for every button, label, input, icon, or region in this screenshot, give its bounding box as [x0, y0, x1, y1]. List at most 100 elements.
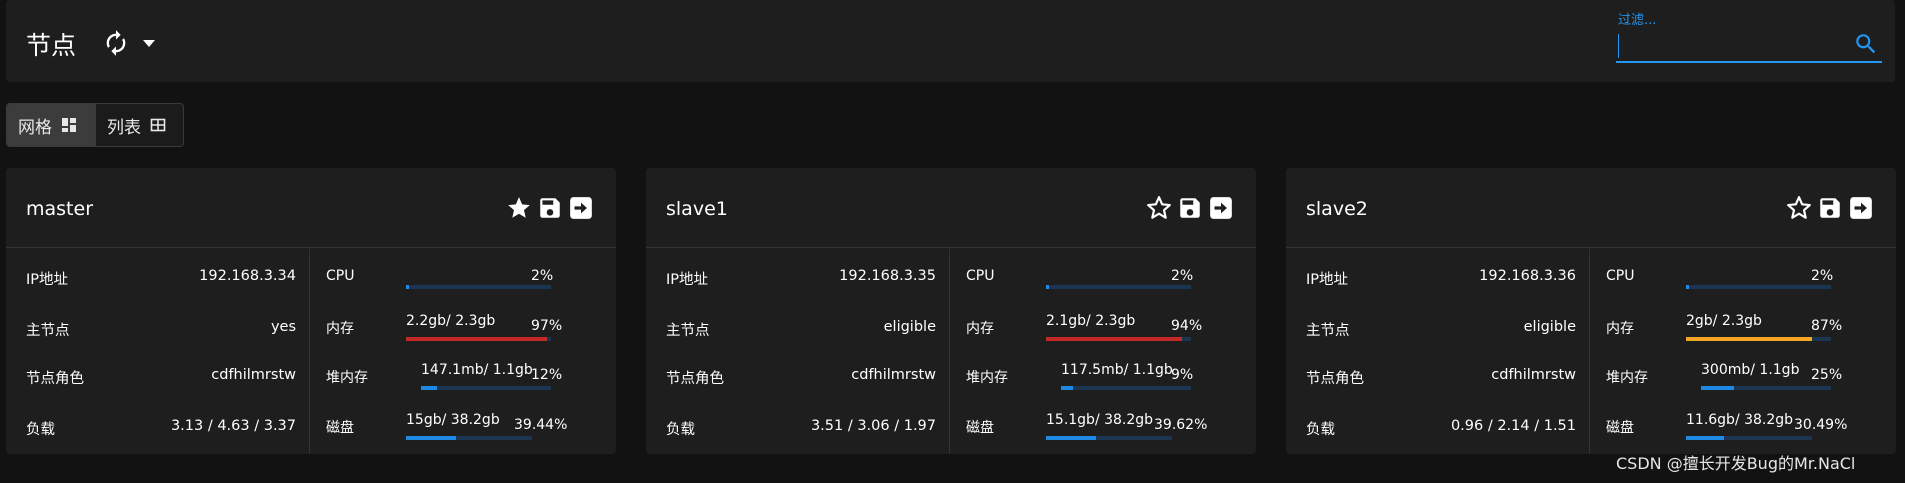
node-card: master IP地址 192.168.3.34 主节点 yes 节点角色 cdfhilmr… [6, 168, 616, 454]
progress-fill [1686, 337, 1812, 341]
grid-view-icon [62, 118, 76, 132]
progress-track [406, 436, 532, 440]
info-key: 负载 [26, 422, 55, 438]
node-metrics: CPU 2% 内存 2.2gb/ 2.3gb 97% 堆内存 147.1mb/ 1.1gb 1… [311, 249, 616, 454]
metric-label: 磁盘 [966, 420, 994, 436]
save-icon[interactable] [1177, 195, 1203, 221]
info-row-load: 负载 0.96 / 2.14 / 1.51 [1306, 418, 1576, 438]
open-node-icon[interactable] [1848, 195, 1874, 221]
view-toggle: 网格 列表 [6, 103, 184, 147]
metric-row-heap: 堆内存 117.5mb/ 1.1gb 9% [951, 362, 1256, 392]
metric-label: 内存 [966, 321, 994, 337]
node-card-header: master [6, 168, 616, 248]
star-filled-icon[interactable] [506, 195, 532, 221]
progress-fill [1046, 285, 1049, 289]
table-view-icon [150, 118, 166, 132]
metric-detail: 2gb/ 2.3gb [1686, 313, 1762, 329]
progress-track [1686, 337, 1831, 341]
progress-fill [1046, 337, 1182, 341]
caret-down-icon[interactable] [138, 29, 160, 57]
page-title: 节点 [26, 31, 77, 60]
progress-fill [1061, 386, 1073, 390]
progress-fill [1686, 436, 1724, 440]
list-view-button[interactable]: 列表 [95, 104, 177, 146]
info-value: 3.13 / 4.63 / 3.37 [170, 418, 296, 434]
filter-field[interactable]: 过滤... [1616, 6, 1882, 64]
search-icon[interactable] [1853, 31, 1879, 57]
node-actions [506, 195, 594, 221]
info-key: 负载 [666, 422, 695, 438]
save-icon[interactable] [537, 195, 563, 221]
progress-track [1701, 386, 1831, 390]
metric-row-cpu: CPU 2% [951, 263, 1256, 293]
info-value: 3.51 / 3.06 / 1.97 [810, 418, 936, 434]
save-icon[interactable] [1817, 195, 1843, 221]
star-outline-icon[interactable] [1786, 195, 1812, 221]
metric-label: 堆内存 [1606, 370, 1648, 386]
info-value: 192.168.3.35 [839, 268, 936, 284]
filter-underline [1616, 61, 1882, 63]
info-row-master: 主节点 yes [26, 319, 296, 339]
metric-detail: 117.5mb/ 1.1gb [1061, 362, 1173, 378]
info-key: IP地址 [666, 272, 709, 288]
info-row-ip: IP地址 192.168.3.34 [26, 268, 296, 288]
info-row-roles: 节点角色 cdfhilmrstw [1306, 367, 1576, 387]
star-outline-icon[interactable] [1146, 195, 1172, 221]
info-key: 负载 [1306, 422, 1335, 438]
progress-fill [406, 285, 409, 289]
node-name: slave1 [666, 198, 728, 220]
metric-row-heap: 堆内存 300mb/ 1.1gb 25% [1591, 362, 1896, 392]
info-key: 主节点 [26, 323, 70, 339]
node-actions [1146, 195, 1234, 221]
metric-percent: 30.49% [1794, 417, 1848, 433]
info-key: 主节点 [1306, 323, 1350, 339]
info-row-ip: IP地址 192.168.3.35 [666, 268, 936, 288]
info-value: eligible [1523, 319, 1576, 335]
info-row-roles: 节点角色 cdfhilmrstw [666, 367, 936, 387]
progress-fill [1701, 386, 1734, 390]
grid-view-button[interactable]: 网格 [7, 104, 95, 146]
node-info: IP地址 192.168.3.35 主节点 eligible 节点角色 cdfhilmrs… [646, 249, 950, 454]
metric-label: 磁盘 [326, 420, 354, 436]
node-metrics: CPU 2% 内存 2.1gb/ 2.3gb 94% 堆内存 117.5mb/ 1.1gb 9… [951, 249, 1256, 454]
metric-row-heap: 堆内存 147.1mb/ 1.1gb 12% [311, 362, 616, 392]
progress-track [1686, 436, 1812, 440]
metric-percent: 94% [1171, 318, 1203, 334]
open-node-icon[interactable] [568, 195, 594, 221]
metric-label: 堆内存 [326, 370, 368, 386]
info-value: 192.168.3.34 [199, 268, 296, 284]
text-cursor [1618, 34, 1619, 58]
metric-label: CPU [966, 268, 995, 284]
progress-fill [1046, 436, 1096, 440]
node-card: slave2 IP地址 192.168.3.36 主节点 eligible 节点角色 cdf… [1286, 168, 1896, 454]
metric-percent: 39.44% [514, 417, 568, 433]
progress-fill [421, 386, 437, 390]
metric-detail: 11.6gb/ 38.2gb [1686, 412, 1794, 428]
info-row-load: 负载 3.13 / 4.63 / 3.37 [26, 418, 296, 438]
header-bar: 节点 过滤... [6, 0, 1895, 82]
info-row-ip: IP地址 192.168.3.36 [1306, 268, 1576, 288]
node-name: master [26, 198, 94, 220]
info-value: cdfhilmrstw [1491, 367, 1576, 383]
metric-percent: 9% [1171, 367, 1194, 383]
refresh-icon[interactable] [101, 29, 131, 57]
info-key: 节点角色 [1306, 371, 1364, 387]
metric-label: CPU [326, 268, 355, 284]
info-key: 节点角色 [666, 371, 724, 387]
progress-track [421, 386, 551, 390]
info-key: 节点角色 [26, 371, 84, 387]
metric-percent: 25% [1811, 367, 1843, 383]
metric-detail: 2.1gb/ 2.3gb [1046, 313, 1136, 329]
watermark: CSDN @擅长开发Bug的Mr.NaCl [1616, 454, 1856, 473]
open-node-icon[interactable] [1208, 195, 1234, 221]
metric-row-disk: 磁盘 15gb/ 38.2gb 39.44% [311, 412, 616, 442]
metric-row-disk: 磁盘 11.6gb/ 38.2gb 30.49% [1591, 412, 1896, 442]
node-info: IP地址 192.168.3.36 主节点 eligible 节点角色 cdfhilmrs… [1286, 249, 1590, 454]
metric-percent: 2% [1811, 268, 1834, 284]
info-row-master: 主节点 eligible [666, 319, 936, 339]
progress-track [406, 337, 551, 341]
filter-input[interactable] [1616, 30, 1842, 62]
metric-detail: 300mb/ 1.1gb [1701, 362, 1800, 378]
node-card: slave1 IP地址 192.168.3.35 主节点 eligible 节点角色 cdf… [646, 168, 1256, 454]
metric-label: 内存 [326, 321, 354, 337]
